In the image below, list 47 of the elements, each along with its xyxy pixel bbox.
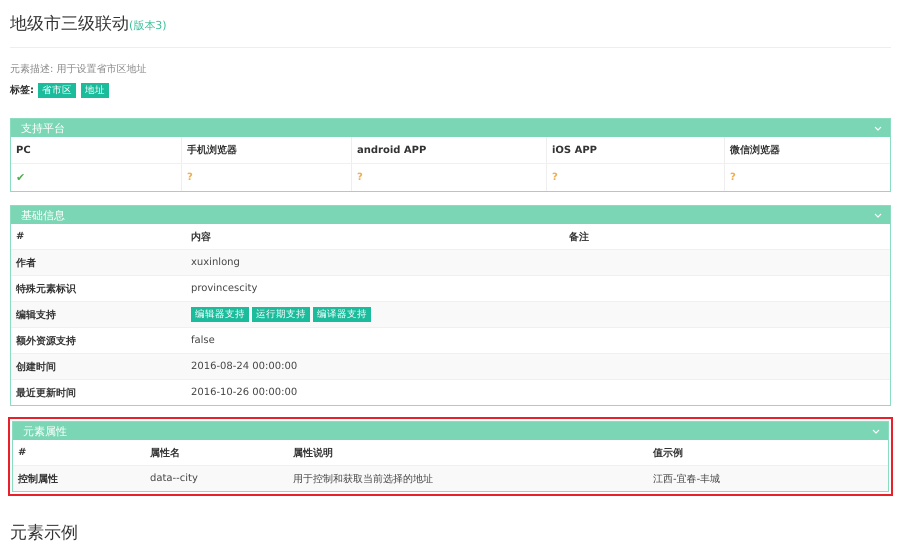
version-label: (版本3)	[129, 18, 167, 33]
check-mark: ✔	[16, 171, 26, 184]
tag: 省市区	[38, 82, 76, 98]
table-cell-text: 编辑支持	[16, 308, 56, 322]
column-header: PC	[15, 144, 32, 158]
unknown-mark: ?	[552, 172, 558, 183]
tag: 地址	[81, 82, 109, 98]
table-cell-text: 额外资源支持	[16, 334, 76, 348]
chevron-down-icon[interactable]	[874, 126, 882, 130]
table-cell-text: 创建时间	[16, 360, 56, 374]
chevron-down-icon[interactable]	[872, 428, 880, 434]
section-title: 元素示例	[10, 522, 79, 544]
panel-header[interactable]: 元素属性	[13, 422, 888, 440]
tag: 运行期支持	[252, 307, 310, 322]
tag: 编译器支持	[313, 307, 371, 322]
table-cell-text: 特殊元素标识	[16, 282, 76, 296]
column-header: 属性名	[149, 446, 181, 460]
panel-title: 支持平台	[21, 120, 65, 136]
table-cell-text: 作者	[16, 256, 36, 270]
table-cell-text: 控制属性	[18, 472, 58, 486]
column-header: 值示例	[652, 446, 684, 460]
unknown-mark: ?	[357, 172, 363, 183]
panel-header[interactable]: 基础信息	[11, 206, 890, 224]
column-header: 内容	[190, 230, 212, 244]
table-cell: provincescity	[191, 283, 258, 294]
table-cell: 2016-10-26 00:00:00	[191, 387, 298, 398]
table-cell: data--city	[150, 473, 198, 484]
page-title: 地级市三级联动	[10, 13, 129, 35]
column-header: #	[15, 231, 26, 242]
table-cell: xuxinlong	[191, 257, 240, 268]
description-text: 元素描述: 用于设置省市区地址	[10, 62, 148, 76]
unknown-mark: ?	[187, 172, 193, 183]
table-cell-text: 最近更新时间	[16, 386, 76, 400]
table-cell: 2016-08-24 00:00:00	[191, 361, 298, 372]
table-cell: false	[191, 335, 215, 346]
table-cell-text: 江西-宜春-丰城	[653, 472, 720, 486]
panel-header[interactable]: 支持平台	[11, 119, 890, 137]
table-cell-text: 用于控制和获取当前选择的地址	[293, 472, 433, 486]
column-header: 备注	[568, 230, 590, 244]
tags-label: 标签:	[10, 84, 34, 97]
chevron-down-icon[interactable]	[874, 212, 882, 218]
panel-title: 基础信息	[21, 208, 65, 222]
unknown-mark: ?	[730, 172, 736, 183]
tag: 编辑器支持	[191, 307, 249, 322]
panel-title: 元素属性	[23, 424, 67, 438]
column-header: 属性说明	[292, 446, 334, 460]
column-header: #	[17, 447, 28, 458]
